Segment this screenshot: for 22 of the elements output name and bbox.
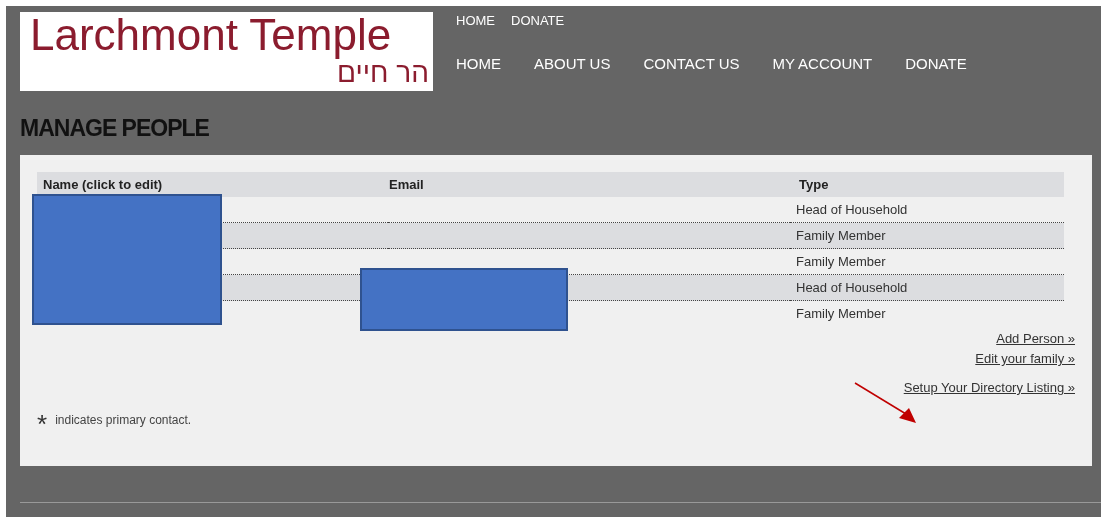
logo-hebrew-text: הר חיים	[337, 58, 429, 88]
page-title: MANAGE PEOPLE	[20, 115, 209, 141]
table-cell: Family Member	[790, 222, 1064, 249]
table-cell: Family Member	[790, 300, 1064, 326]
column-header: Email	[388, 172, 790, 197]
nav-link[interactable]: DONATE	[511, 13, 565, 29]
nav-link[interactable]: ABOUT US	[534, 55, 611, 73]
primary-contact-symbol: *	[37, 408, 48, 434]
logo-text: Larchmont Temple	[30, 12, 393, 58]
nav-link[interactable]: CONTACT US	[643, 55, 740, 73]
table-cell: Head of Household	[790, 274, 1064, 301]
table-cell: Head of Household	[790, 197, 1064, 223]
column-header: Name (click to edit)	[37, 172, 388, 197]
nav-link[interactable]: HOME	[456, 13, 495, 29]
nav-link[interactable]: MY ACCOUNT	[772, 55, 873, 73]
nav-link[interactable]: DONATE	[905, 55, 967, 73]
column-header: Type	[790, 172, 1064, 197]
footnote-text: indicates primary contact.	[55, 413, 192, 427]
link[interactable]: Add Person »	[996, 329, 1075, 349]
link[interactable]: Setup Your Directory Listing »	[903, 378, 1075, 398]
link[interactable]: Edit your family »	[975, 349, 1075, 369]
nav-link[interactable]: HOME	[456, 55, 501, 73]
